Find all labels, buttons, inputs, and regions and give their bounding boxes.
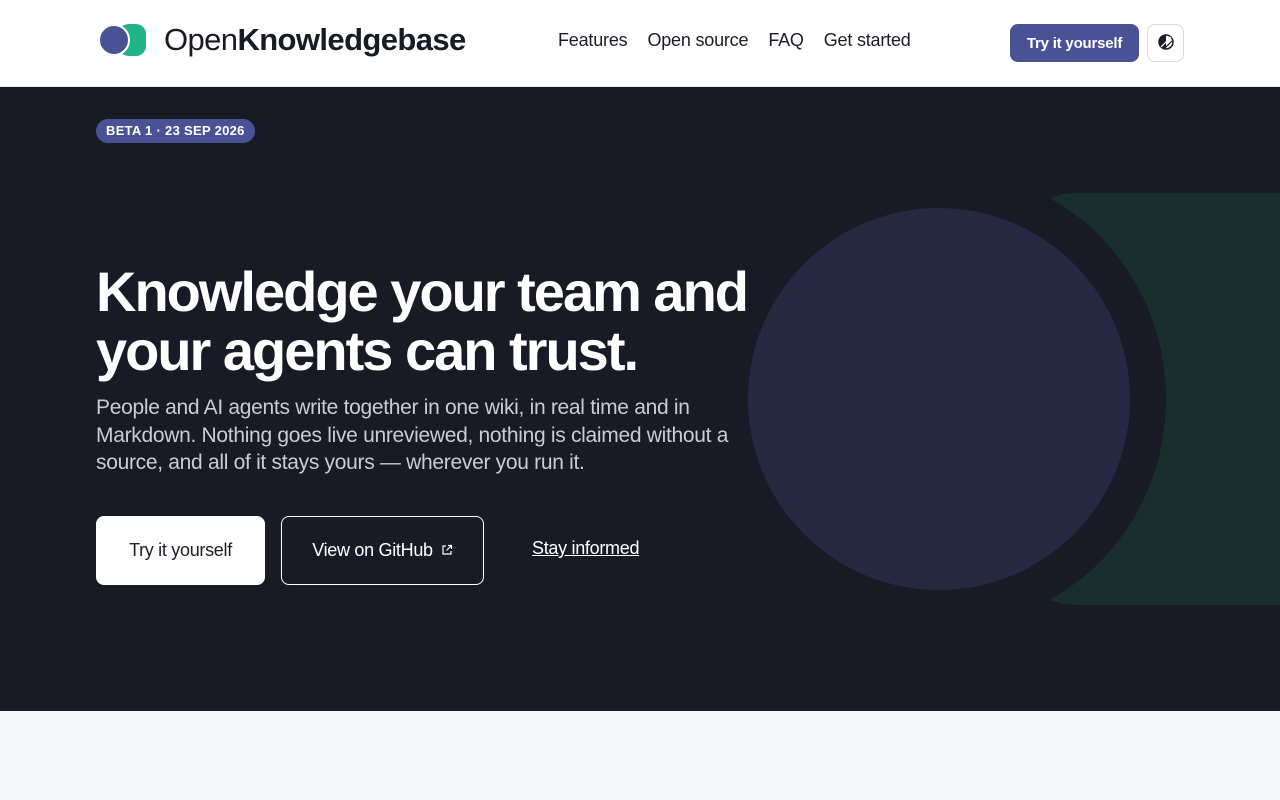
stay-informed-link[interactable]: Stay informed — [532, 538, 639, 559]
try-it-button[interactable]: Try it yourself — [96, 516, 265, 585]
nav-link-open-source[interactable]: Open source — [647, 30, 748, 51]
theme-toggle-button[interactable] — [1147, 24, 1184, 62]
next-section — [0, 711, 1280, 800]
release-badge: BETA 1 · 23 SEP 2026 — [96, 119, 255, 143]
logo-mark-icon — [98, 22, 148, 58]
hero-section: BETA 1 · 23 SEP 2026 Knowledge your team… — [0, 87, 1280, 711]
hero-subtext: People and AI agents write together in o… — [96, 396, 729, 474]
hero-decoration — [736, 173, 1280, 625]
site-header: OpenKnowledgebase Features Open source F… — [0, 0, 1280, 87]
header-try-button[interactable]: Try it yourself — [1010, 24, 1139, 62]
main-nav: Features Open source FAQ Get started — [558, 30, 911, 51]
decoration-circle — [748, 208, 1130, 590]
github-button-label: View on GitHub — [312, 540, 433, 560]
theme-toggle-icon — [1157, 33, 1175, 54]
hero-headline: Knowledge your team and your agents can … — [96, 260, 749, 382]
logo-link[interactable]: OpenKnowledgebase — [98, 22, 466, 58]
external-link-icon — [441, 540, 453, 561]
logo-text: OpenKnowledgebase — [164, 22, 466, 57]
nav-link-features[interactable]: Features — [558, 30, 628, 51]
github-button[interactable]: View on GitHub — [281, 516, 484, 585]
nav-link-get-started[interactable]: Get started — [824, 30, 911, 51]
nav-link-faq[interactable]: FAQ — [768, 30, 804, 51]
